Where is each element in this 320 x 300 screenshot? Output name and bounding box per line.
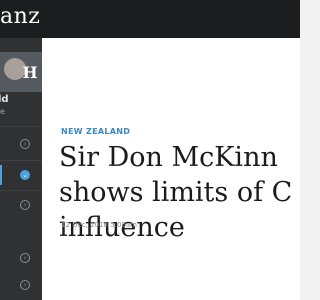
author-subtitle: e: [0, 107, 5, 116]
sidebar-item-2-active[interactable]: ⌄: [0, 165, 42, 185]
article-dateline: 12 Dec, 2018 5:00am: [61, 221, 137, 229]
sidebar: H ld e › ⌄ › › ›: [0, 38, 42, 300]
herald-logo-icon: H: [22, 63, 38, 82]
sidebar-item-4[interactable]: ›: [0, 248, 42, 268]
sidebar-item-5[interactable]: ›: [0, 275, 42, 295]
divider: [0, 126, 42, 127]
headline-line-1: Sir Don McKinn: [59, 142, 278, 173]
headline-line-2: shows limits of C: [59, 177, 293, 208]
sidebar-item-3[interactable]: ›: [0, 195, 42, 215]
author-name: ld: [0, 94, 9, 105]
avatar[interactable]: H: [0, 52, 42, 92]
chevron-right-icon: ›: [20, 200, 30, 210]
chevron-right-icon: ›: [20, 139, 30, 149]
active-indicator: [0, 165, 2, 185]
site-logo[interactable]: anz: [0, 4, 40, 30]
divider: [0, 160, 42, 161]
section-label[interactable]: NEW ZEALAND: [61, 127, 130, 137]
sidebar-item-1[interactable]: ›: [0, 134, 42, 154]
chevron-right-icon: ›: [20, 253, 30, 263]
chevron-right-icon: ›: [20, 280, 30, 290]
top-bar: anz: [0, 0, 300, 38]
author-card[interactable]: H: [0, 52, 42, 92]
divider: [0, 190, 42, 191]
chevron-down-icon: ⌄: [20, 170, 30, 180]
